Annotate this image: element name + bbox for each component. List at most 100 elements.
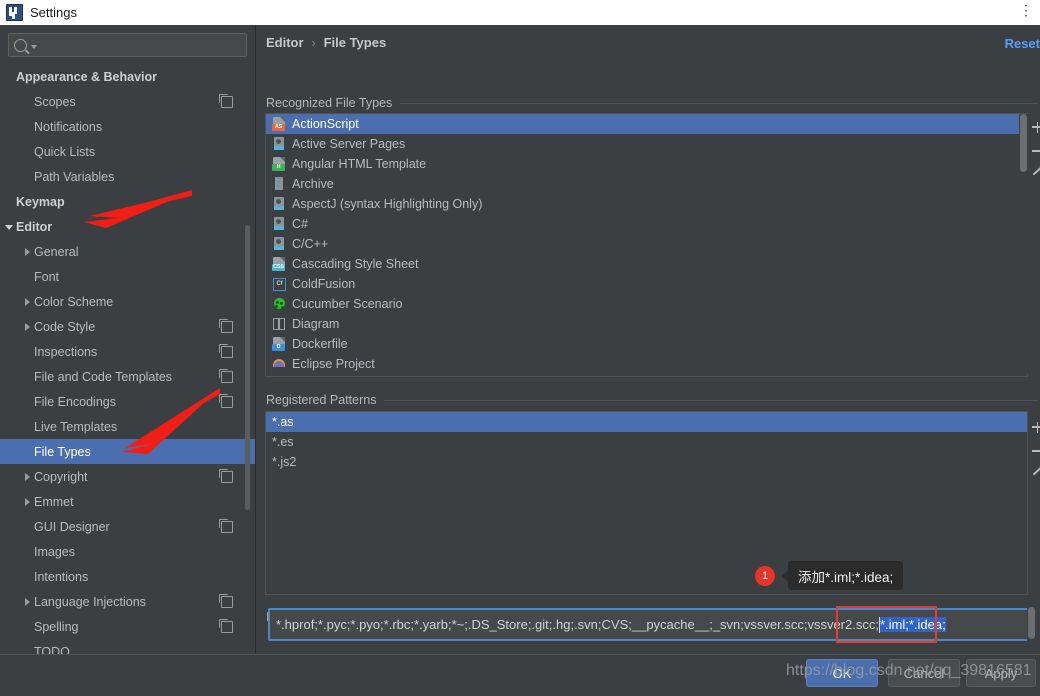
scrollbar-thumb[interactable] — [1028, 607, 1035, 639]
add-pattern-button[interactable] — [1028, 415, 1040, 439]
sidebar-item-label: Appearance & Behavior — [16, 69, 158, 84]
sidebar-item-spelling[interactable]: Spelling — [0, 614, 255, 639]
dialog-button-bar: OK Cancel Apply https://blog.csdn.net/qq… — [0, 654, 1040, 696]
registered-patterns-label: Registered Patterns — [266, 393, 377, 407]
pattern-row[interactable]: *.as — [266, 412, 1027, 432]
sidebar-item-appearance-behavior[interactable]: Appearance & Behavior — [0, 64, 255, 89]
file-type-label: Cucumber Scenario — [292, 297, 403, 311]
ignore-field-scrollbar[interactable] — [1027, 605, 1036, 641]
file-type-row[interactable]: Diagram — [266, 314, 1027, 334]
scrollbar-thumb[interactable] — [1020, 114, 1027, 172]
ignore-files-input[interactable]: *.hprof;*.pyc;*.pyo;*.rbc;*.yarb;*~;.DS_… — [268, 608, 1029, 641]
sidebar-item-file-and-code-templates[interactable]: File and Code Templates — [0, 364, 255, 389]
sidebar-item-images[interactable]: Images — [0, 539, 255, 564]
pencil-icon — [1032, 466, 1040, 476]
sidebar-item-inspections[interactable]: Inspections — [0, 339, 255, 364]
copy-settings-icon[interactable] — [219, 468, 233, 483]
recognized-list-scrollbar[interactable] — [1019, 114, 1028, 374]
file-type-row[interactable]: CSS Cascading Style Sheet — [266, 254, 1027, 274]
file-type-row[interactable]: Eclipse Project — [266, 354, 1027, 374]
dockerfile-icon: D — [272, 337, 286, 351]
chevron-right-icon[interactable] — [22, 596, 34, 608]
copy-settings-icon[interactable] — [219, 618, 233, 633]
remove-pattern-button[interactable] — [1028, 439, 1040, 463]
file-type-row[interactable]: C# — [266, 214, 1027, 234]
copy-settings-icon[interactable] — [219, 593, 233, 608]
cpp-file-icon — [272, 237, 286, 251]
file-type-label: Diagram — [292, 317, 340, 331]
reset-link[interactable]: Reset — [1005, 36, 1040, 51]
recognized-file-types-list[interactable]: AS ActionScript Active Server Pages H Angula… — [265, 113, 1028, 377]
pattern-label: *.js2 — [272, 455, 297, 469]
css-file-icon: CSS — [272, 257, 286, 271]
add-file-type-button[interactable] — [1028, 115, 1040, 139]
remove-file-type-button[interactable] — [1028, 139, 1040, 163]
angular-html-file-icon: H — [272, 157, 286, 171]
breadcrumb: Editor › File Types — [266, 35, 386, 50]
file-type-row[interactable]: Cf ColdFusion — [266, 274, 1027, 294]
sidebar-item-label: Keymap — [16, 194, 65, 209]
file-type-row[interactable]: Cucumber Scenario — [266, 294, 1027, 314]
search-box[interactable] — [8, 33, 247, 57]
edit-pattern-button[interactable] — [1028, 463, 1040, 487]
pattern-row[interactable]: *.js2 — [266, 452, 1027, 472]
sidebar-item-notifications[interactable]: Notifications — [0, 114, 255, 139]
sidebar-item-path-variables[interactable]: Path Variables — [0, 164, 255, 189]
coldfusion-file-icon: Cf — [272, 277, 286, 291]
search-input[interactable] — [37, 37, 241, 53]
sidebar-item-gui-designer[interactable]: GUI Designer — [0, 514, 255, 539]
sidebar-item-label: General — [34, 244, 79, 259]
chevron-right-icon[interactable] — [22, 471, 34, 483]
chevron-right-icon[interactable] — [22, 296, 34, 308]
sidebar-item-language-injections[interactable]: Language Injections — [0, 589, 255, 614]
divider — [384, 399, 1038, 401]
sidebar-item-scopes[interactable]: Scopes — [0, 89, 255, 114]
chevron-down-icon[interactable] — [4, 221, 16, 233]
file-type-row[interactable]: AspectJ (syntax Highlighting Only) — [266, 194, 1027, 214]
file-type-row[interactable]: Archive — [266, 174, 1027, 194]
sidebar-item-editor[interactable]: Editor — [0, 214, 255, 239]
pattern-row[interactable]: *.es — [266, 432, 1027, 452]
copy-settings-icon[interactable] — [219, 368, 233, 383]
copy-settings-icon[interactable] — [219, 93, 233, 108]
sidebar-item-copyright[interactable]: Copyright — [0, 464, 255, 489]
file-type-row[interactable]: C/C++ — [266, 234, 1027, 254]
sidebar-item-emmet[interactable]: Emmet — [0, 489, 255, 514]
sidebar-item-live-templates[interactable]: Live Templates — [0, 414, 255, 439]
file-type-row[interactable]: D Dockerfile — [266, 334, 1027, 354]
chevron-right-icon[interactable] — [22, 246, 34, 258]
sidebar-item-font[interactable]: Font — [0, 264, 255, 289]
sidebar-item-keymap[interactable]: Keymap — [0, 189, 255, 214]
asp-file-icon — [272, 137, 286, 151]
sidebar-item-general[interactable]: General — [0, 239, 255, 264]
breadcrumb-parent[interactable]: Editor — [266, 35, 304, 50]
copy-settings-icon[interactable] — [219, 318, 233, 333]
sidebar-item-color-scheme[interactable]: Color Scheme — [0, 289, 255, 314]
chevron-right-icon[interactable] — [22, 321, 34, 333]
sidebar-item-quick-lists[interactable]: Quick Lists — [0, 139, 255, 164]
csharp-file-icon — [272, 217, 286, 231]
window-menu-icon[interactable]: ⋮ — [1019, 2, 1034, 19]
copy-settings-icon[interactable] — [219, 518, 233, 533]
annotation-tooltip: 添加*.iml;*.idea; — [781, 561, 904, 590]
edit-file-type-button[interactable] — [1028, 163, 1040, 187]
sidebar-item-label: Notifications — [34, 119, 103, 134]
sidebar-item-code-style[interactable]: Code Style — [0, 314, 255, 339]
file-type-row[interactable]: AS ActionScript — [266, 114, 1027, 134]
registered-patterns-list[interactable]: *.as *.es *.js2 — [265, 411, 1028, 595]
sidebar-scrollbar-thumb[interactable] — [245, 225, 250, 510]
file-type-row[interactable]: H Angular HTML Template — [266, 154, 1027, 174]
copy-settings-icon[interactable] — [219, 393, 233, 408]
file-type-row[interactable]: Active Server Pages — [266, 134, 1027, 154]
sidebar-item-file-types[interactable]: File Types — [0, 439, 255, 464]
sidebar-item-file-encodings[interactable]: File Encodings — [0, 389, 255, 414]
chevron-right-icon[interactable] — [22, 496, 34, 508]
sidebar-item-intentions[interactable]: Intentions — [0, 564, 255, 589]
copy-settings-icon[interactable] — [219, 343, 233, 358]
